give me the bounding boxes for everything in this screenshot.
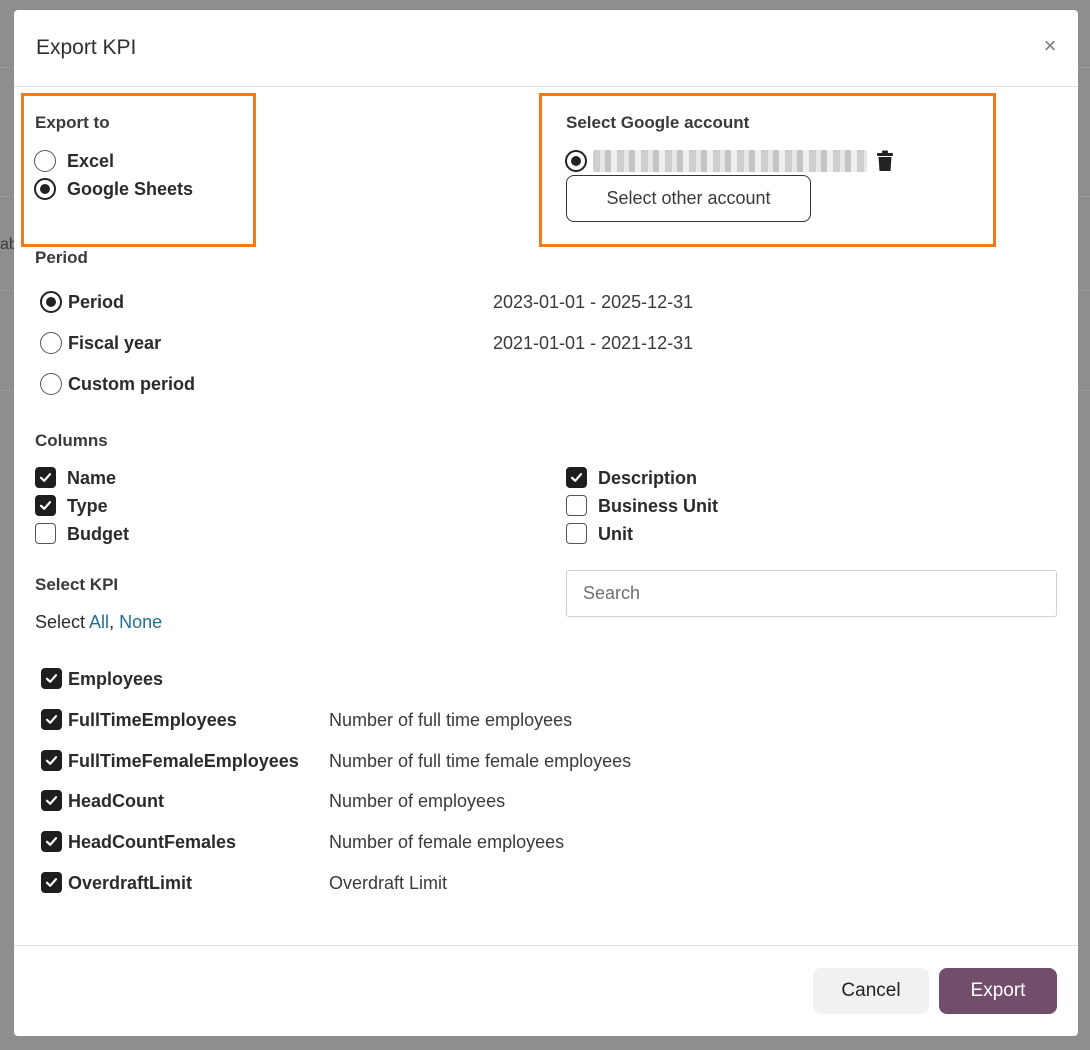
- select-kpi-title: Select KPI: [35, 575, 119, 594]
- google-account-title: Select Google account: [566, 113, 750, 132]
- export-excel-radio[interactable]: [34, 150, 56, 172]
- columns-title: Columns: [35, 431, 108, 450]
- period-radio[interactable]: [40, 291, 62, 313]
- select-prefix: Select: [35, 612, 86, 632]
- kpi-headcountfemales-name[interactable]: HeadCountFemales: [68, 832, 236, 853]
- fiscal-year-range: 2021-01-01 - 2021-12-31: [493, 333, 694, 353]
- column-description-label[interactable]: Description: [598, 468, 697, 489]
- fiscal-year-label[interactable]: Fiscal year: [68, 333, 161, 354]
- kpi-overdraftlimit-description: Overdraft Limit: [329, 873, 448, 893]
- column-budget-label[interactable]: Budget: [67, 524, 129, 545]
- export-google-sheets-label[interactable]: Google Sheets: [67, 179, 193, 200]
- google-account-radio[interactable]: [565, 150, 587, 172]
- select-all-link[interactable]: All: [89, 612, 109, 632]
- kpi-headcount-name[interactable]: HeadCount: [68, 791, 164, 812]
- kpi-headcountfemales-description: Number of female employees: [329, 832, 565, 852]
- kpi-employees-name[interactable]: Employees: [68, 669, 163, 690]
- column-name-checkbox[interactable]: [35, 467, 56, 488]
- column-name-label[interactable]: Name: [67, 468, 116, 489]
- cancel-button[interactable]: Cancel: [813, 968, 929, 1014]
- period-title: Period: [35, 248, 88, 267]
- kpi-fulltimefemaleemployees-checkbox[interactable]: [41, 750, 62, 771]
- column-business-unit-label[interactable]: Business Unit: [598, 496, 718, 517]
- select-other-account-button[interactable]: Select other account: [566, 175, 811, 222]
- kpi-headcount-description: Number of employees: [329, 791, 506, 811]
- select-all-none: Select All, None: [35, 612, 162, 633]
- custom-period-label[interactable]: Custom period: [68, 374, 195, 395]
- column-budget-checkbox[interactable]: [35, 523, 56, 544]
- column-unit-label[interactable]: Unit: [598, 524, 633, 545]
- kpi-employees-checkbox[interactable]: [41, 668, 62, 689]
- fiscal-year-radio[interactable]: [40, 332, 62, 354]
- kpi-fulltimeemployees-description: Number of full time employees: [329, 710, 573, 730]
- column-business-unit-checkbox[interactable]: [566, 495, 587, 516]
- select-separator: ,: [109, 612, 115, 632]
- column-type-checkbox[interactable]: [35, 495, 56, 516]
- modal-footer-divider: [14, 945, 1078, 946]
- column-unit-checkbox[interactable]: [566, 523, 587, 544]
- export-excel-label[interactable]: Excel: [67, 151, 114, 172]
- export-to-title: Export to: [35, 113, 110, 132]
- kpi-headcount-checkbox[interactable]: [41, 790, 62, 811]
- custom-period-radio[interactable]: [40, 373, 62, 395]
- kpi-overdraftlimit-checkbox[interactable]: [41, 872, 62, 893]
- kpi-fulltimeemployees-checkbox[interactable]: [41, 709, 62, 730]
- period-label[interactable]: Period: [68, 292, 124, 313]
- kpi-overdraftlimit-name[interactable]: OverdraftLimit: [68, 873, 192, 894]
- export-button[interactable]: Export: [939, 968, 1057, 1014]
- trash-icon[interactable]: [876, 150, 894, 172]
- kpi-headcountfemales-checkbox[interactable]: [41, 831, 62, 852]
- blurred-account-email: [593, 150, 867, 172]
- kpi-fulltimefemaleemployees-description: Number of full time female employees: [329, 751, 632, 771]
- select-none-link[interactable]: None: [119, 612, 162, 632]
- period-range: 2023-01-01 - 2025-12-31: [493, 292, 694, 312]
- kpi-fulltimeemployees-name[interactable]: FullTimeEmployees: [68, 710, 237, 731]
- column-description-checkbox[interactable]: [566, 467, 587, 488]
- export-google-sheets-radio[interactable]: [34, 178, 56, 200]
- column-type-label[interactable]: Type: [67, 496, 108, 517]
- kpi-fulltimefemaleemployees-name[interactable]: FullTimeFemaleEmployees: [68, 751, 299, 772]
- kpi-search-input[interactable]: [566, 570, 1057, 617]
